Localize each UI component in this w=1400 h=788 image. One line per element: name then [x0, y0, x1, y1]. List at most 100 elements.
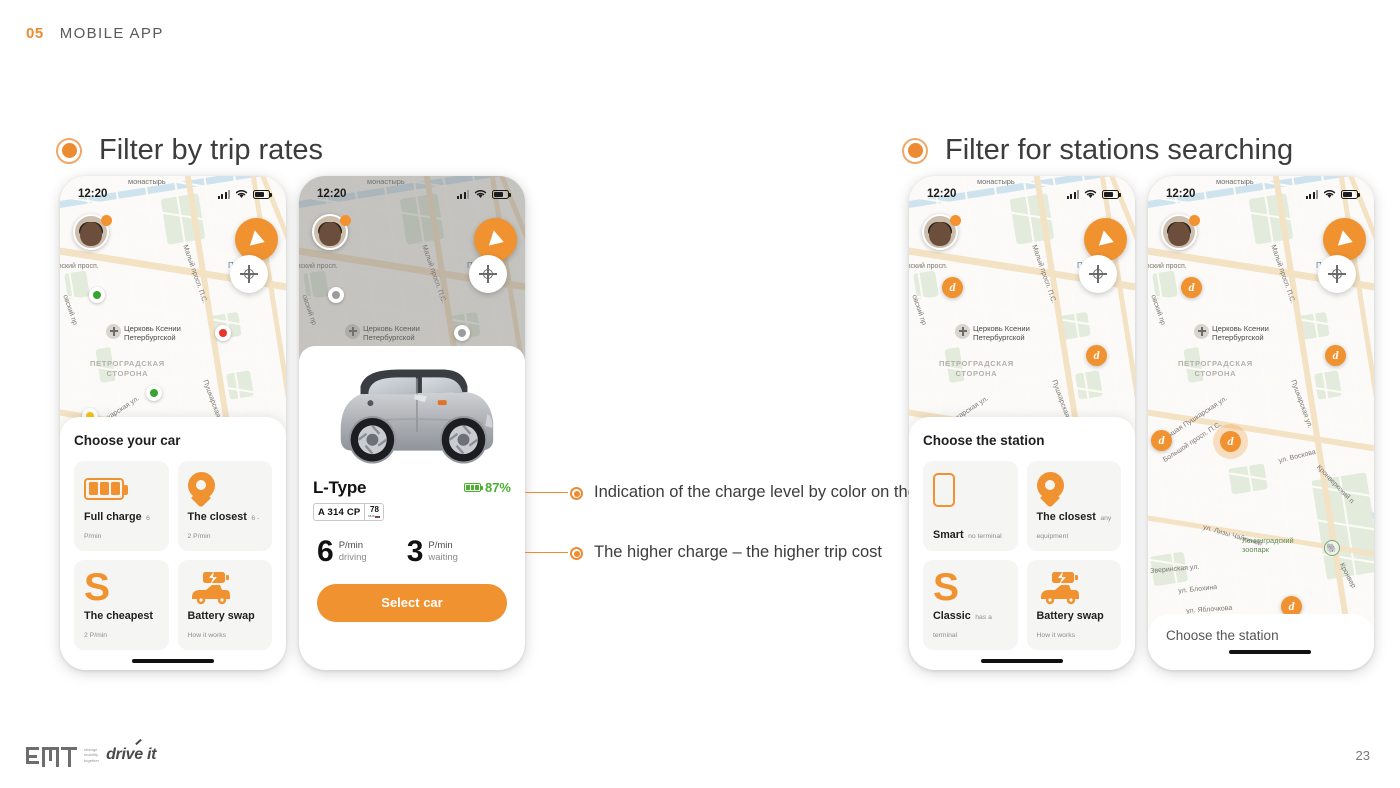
car-image	[313, 356, 511, 474]
avatar-status-dot	[1189, 215, 1200, 226]
map-label: Церковь Ксении Петербургской	[363, 324, 420, 343]
charge-marker-high[interactable]	[89, 287, 105, 303]
charge-marker-dimmed[interactable]	[328, 287, 344, 303]
bullet-icon	[570, 547, 583, 560]
sheet-title: Choose your car	[74, 433, 181, 448]
map-label: Церковь Ксении Петербургской	[973, 324, 1030, 343]
filter-tile-the-cheapest[interactable]: S The cheapest 2 P/min	[74, 560, 169, 650]
slide-kicker: MOBILE APP	[59, 25, 164, 42]
navigate-button[interactable]	[474, 218, 517, 261]
church-icon	[345, 324, 360, 339]
battery-icon	[463, 483, 483, 492]
charge-percent: 87%	[484, 480, 511, 495]
filter-tile-classic[interactable]: S Classic has a terminal	[923, 560, 1018, 650]
car-identity: L-Type A 314 CP 78 RUS	[313, 478, 385, 521]
license-plate: A 314 CP 78 RUS	[313, 503, 385, 521]
search-label: Choose the station	[1166, 628, 1279, 643]
filter-tile-smart[interactable]: Smart no terminal	[923, 461, 1018, 551]
tile-label: Battery swap	[187, 610, 255, 622]
map-label: овский просп.	[1148, 263, 1187, 270]
locate-me-button[interactable]	[469, 255, 507, 293]
tile-sublabel: How it works	[187, 632, 227, 639]
navigate-button[interactable]	[1323, 218, 1366, 261]
plate-region: 78 RUS	[364, 504, 383, 520]
station-marker[interactable]: d	[1151, 430, 1172, 451]
avatar-status-dot	[101, 215, 112, 226]
filter-tile-battery-swap[interactable]: Battery swap How it works	[177, 560, 272, 650]
rate-mode: waiting	[428, 551, 458, 563]
emt-logo-icon	[26, 746, 77, 767]
filter-tile-grid: Smart no terminal The closest any equipm…	[923, 461, 1121, 650]
locate-me-button[interactable]	[1079, 255, 1117, 293]
choose-car-sheet: Choose your car Full charge 6 P/min The …	[60, 417, 286, 670]
station-marker[interactable]: d	[942, 277, 963, 298]
battery-icon	[1341, 189, 1360, 199]
rate-value: 3	[406, 535, 424, 568]
filter-tile-the-closest[interactable]: The closest 6 - 2 P/min	[177, 461, 272, 551]
rate-row: 6 P/min driving 3 P/min waiting	[313, 535, 511, 568]
slide-header: 05 MOBILE APP	[26, 25, 164, 42]
section-title-left: Filter by trip rates	[56, 134, 323, 167]
map-label: Ленинградскийзоопарк	[1242, 536, 1294, 555]
avatar-status-dot	[950, 215, 961, 226]
charge-marker-low[interactable]	[215, 325, 231, 341]
signal-icon	[1305, 189, 1318, 199]
locate-me-button[interactable]	[230, 255, 268, 293]
filter-tile-full-charge[interactable]: Full charge 6 P/min	[74, 461, 169, 551]
annotation-text: The higher charge – the higher trip cost	[594, 543, 883, 561]
map-label: ПЕТРОГРАДСКАЯСТОРОНА	[939, 359, 1014, 379]
map-label: Церковь Ксении Петербургской	[1212, 324, 1269, 343]
filter-tile-battery-swap[interactable]: Battery swap How it works	[1026, 560, 1121, 650]
status-bar: 12:20	[299, 176, 525, 206]
smartphone-icon	[933, 470, 1009, 510]
charge-marker-dimmed[interactable]	[454, 325, 470, 341]
phone-mockup-choose-station: монастырьовский просп.Малый просп. П.С.о…	[909, 176, 1135, 670]
plate-country: RUS	[368, 514, 381, 518]
station-marker-selected[interactable]: d	[1220, 431, 1241, 452]
navigate-button[interactable]	[235, 218, 278, 261]
navigate-button[interactable]	[1084, 218, 1127, 261]
signal-icon	[456, 189, 469, 199]
section-title-left-text: Filter by trip rates	[99, 134, 323, 166]
status-bar: 12:20	[1148, 176, 1374, 206]
select-car-button[interactable]: Select car	[317, 583, 507, 622]
charge-marker-high[interactable]	[146, 385, 162, 401]
footer-logo: change mobility together drive it	[26, 738, 156, 767]
signal-icon	[1066, 189, 1079, 199]
home-indicator	[132, 659, 214, 663]
car-title-row: L-Type A 314 CP 78 RUS 87%	[313, 478, 511, 521]
annotation-charge-indication: Indication of the charge level by color …	[570, 482, 954, 504]
tile-sublabel: no terminal	[968, 533, 1002, 540]
battery-swap-icon	[188, 569, 264, 606]
rate-mode: driving	[338, 551, 367, 563]
filter-tile-the-closest[interactable]: The closest any equipment	[1026, 461, 1121, 551]
zoo-icon: 🐘	[1324, 540, 1340, 556]
station-marker[interactable]: d	[1325, 345, 1346, 366]
map-label: ПЕТРОГРАДСКАЯСТОРОНА	[90, 359, 165, 379]
annotation-text: Indication of the charge level by color …	[594, 483, 954, 501]
annotation-charge-cost: The higher charge – the higher trip cost	[570, 542, 882, 564]
map-label: овский пр	[300, 294, 318, 327]
station-search-bar[interactable]: Choose the station	[1148, 614, 1374, 670]
battery-full-icon	[84, 470, 160, 507]
wifi-icon	[474, 190, 487, 198]
rate-unit: P/min	[338, 540, 363, 551]
locate-me-button[interactable]	[1318, 255, 1356, 293]
map-pin-icon	[1036, 470, 1113, 507]
plate-number: A 314 CP	[318, 506, 361, 518]
choose-station-sheet: Choose the station Smart no terminal The…	[909, 417, 1135, 670]
phone-mockup-station-map: монастырьовский просп.Малый просп. П.С.о…	[1148, 176, 1374, 670]
tile-label: The closest	[187, 511, 247, 523]
map-label: овский просп.	[60, 263, 99, 270]
bullet-icon	[570, 487, 583, 500]
wifi-icon	[1323, 190, 1336, 198]
tile-label: Full charge	[84, 511, 142, 523]
station-marker[interactable]: d	[1086, 345, 1107, 366]
section-title-right: Filter for stations searching	[902, 134, 1293, 167]
phone-mockup-choose-car: монастырьовский просп.Малый просп. П.С.о…	[60, 176, 286, 670]
status-time: 12:20	[927, 188, 957, 200]
station-marker[interactable]: d	[1181, 277, 1202, 298]
map-label: ПЕТРОГРАДСКАЯСТОРОНА	[1178, 359, 1253, 379]
home-indicator	[1229, 650, 1311, 654]
charge-level-badge: 87%	[463, 480, 511, 495]
